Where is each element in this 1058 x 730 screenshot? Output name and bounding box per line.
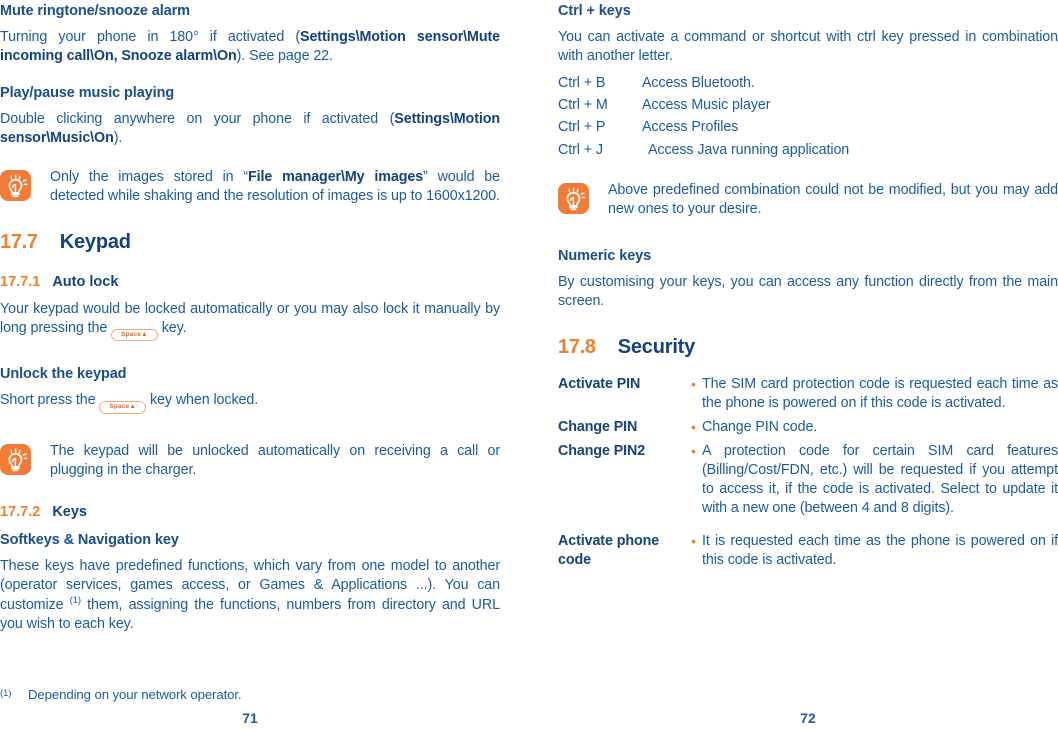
tip-note-keypad-unlock: The keypad will be unlocked automaticall… — [0, 442, 500, 480]
tip-note-images-text: Only the images stored in “File manager\… — [50, 168, 500, 206]
subsection-heading-17-7-2: 17.7.2 Keys — [0, 504, 500, 521]
ctrl-shortcut-list: Ctrl + B Access Bluetooth. Ctrl + M Acce… — [558, 72, 1058, 161]
ctrl-shortcut-key: Ctrl + B — [558, 75, 606, 92]
ctrl-shortcut-key: Ctrl + J — [558, 141, 603, 158]
paragraph-auto-lock: Your keypad would be locked automaticall… — [0, 300, 500, 342]
security-option-label: Activate phone code — [558, 532, 660, 568]
security-option-description: • The SIM card protection code is reques… — [691, 375, 1058, 413]
tip-note-keypad-unlock-text: The keypad will be unlocked automaticall… — [50, 442, 500, 478]
bullet-icon: • — [691, 532, 696, 549]
security-table-row: Change PIN2 • A protection code for cert… — [558, 442, 1058, 518]
softkeys-footnote-ref: (1) — [69, 595, 81, 607]
ctrl-shortcut-desc: Access Java running application — [648, 141, 850, 158]
security-option-description: • A protection code for certain SIM card… — [691, 442, 1058, 518]
autolock-lead: Your keypad would be locked automaticall… — [0, 300, 500, 336]
security-option-description-text: A protection code for certain SIM card f… — [702, 442, 1058, 516]
heading-play-pause-music-playing: Play/pause music playing — [0, 85, 175, 102]
ctrl-shortcut-row: Ctrl + M Access Music player — [558, 94, 1058, 116]
heading-mute-ringtone-snooze-alarm: Mute ringtone/snooze alarm — [0, 3, 190, 19]
tip-note-ctrl-combination-text: Above predefined combination could not b… — [608, 181, 1058, 217]
heading-softkeys-navigation-key: Softkeys & Navigation key — [0, 532, 179, 549]
security-option-description-text: The SIM card protection code is requeste… — [702, 375, 1058, 411]
paragraph-numeric-keys: By customising your keys, you can access… — [558, 273, 1058, 309]
lightbulb-tip-icon — [0, 170, 31, 202]
section-heading-17-7: 17.7 Keypad — [0, 230, 500, 254]
subsection-heading-17-7-1: 17.7.1 Auto lock — [0, 274, 500, 291]
section-title-security: Security — [617, 335, 696, 358]
security-option-label: Activate PIN — [558, 375, 641, 392]
space-key-graphic-2: Space▲ — [99, 401, 147, 414]
security-option-label: Change PIN2 — [558, 442, 646, 459]
lightbulb-tip-icon — [0, 443, 31, 475]
right-page-column: Ctrl + keys You can activate a command o… — [558, 0, 1058, 730]
section-heading-17-8: 17.8 Security — [558, 335, 1058, 359]
heading-ctrl-keys: Ctrl + keys — [558, 3, 631, 19]
subsection-title-keys: Keys — [52, 503, 87, 520]
mute-para-tail: ). See page 22. — [236, 48, 333, 65]
lightbulb-tip-icon — [558, 182, 589, 214]
unlock-lead: Short press the — [0, 392, 96, 409]
security-option-description: • It is requested each time as the phone… — [691, 532, 1058, 570]
paragraph-play-pause: Double clicking anywhere on your phone i… — [0, 110, 500, 148]
section-number-17-7: 17.7 — [0, 231, 38, 254]
footnote-marker: (1) — [0, 688, 12, 699]
security-option-label: Change PIN — [558, 418, 638, 435]
footnote-network-operator: (1) Depending on your network operator. — [0, 687, 242, 702]
page-number-left: 71 — [242, 710, 258, 726]
security-table-row: Activate PIN • The SIM card protection c… — [558, 375, 1058, 413]
ctrl-shortcut-desc: Access Profiles — [642, 119, 739, 136]
ctrl-shortcut-key: Ctrl + P — [558, 119, 606, 136]
ctrl-shortcut-row: Ctrl + J Access Java running application — [558, 139, 1058, 161]
play-para-lead: Double clicking anywhere on your phone i… — [0, 111, 395, 128]
ctrl-shortcut-row: Ctrl + P Access Profiles — [558, 116, 1058, 138]
section-title-keypad: Keypad — [59, 231, 131, 254]
bullet-icon: • — [691, 442, 696, 459]
security-option-description-text: Change PIN code. — [702, 418, 818, 435]
play-para-tail: ). — [113, 130, 123, 147]
autolock-tail: key. — [161, 319, 187, 336]
left-page-column: Mute ringtone/snooze alarm Turning your … — [0, 0, 500, 730]
security-option-description: • Change PIN code. — [691, 418, 1058, 437]
mute-para-lead: Turning your phone in 180° if activated … — [0, 29, 301, 46]
security-option-description-text: It is requested each time as the phone i… — [702, 532, 1058, 568]
paragraph-ctrl-keys: You can activate a command or shortcut w… — [558, 29, 1058, 65]
tip-note-ctrl-combination: Above predefined combination could not b… — [558, 181, 1058, 219]
bullet-icon: • — [691, 375, 696, 392]
security-table-row: Change PIN • Change PIN code. — [558, 418, 1058, 437]
paragraph-mute-ringtone: Turning your phone in 180° if activated … — [0, 28, 500, 66]
bullet-icon: • — [691, 418, 696, 435]
tip1-lead: Only the images stored in “ — [50, 169, 249, 186]
subsection-title-auto-lock: Auto lock — [52, 274, 119, 291]
ctrl-shortcut-desc: Access Music player — [642, 97, 771, 114]
manual-page-spread: Mute ringtone/snooze alarm Turning your … — [0, 0, 1058, 730]
ctrl-shortcut-row: Ctrl + B Access Bluetooth. — [558, 72, 1058, 94]
heading-unlock-the-keypad: Unlock the keypad — [0, 366, 127, 383]
paragraph-softkeys: These keys have predefined functions, wh… — [0, 557, 500, 634]
section-number-17-8: 17.8 — [558, 335, 596, 358]
security-settings-table: Activate PIN • The SIM card protection c… — [558, 375, 1058, 570]
footnote-body: Depending on your network operator. — [28, 687, 242, 702]
page-number-right: 72 — [800, 710, 816, 726]
subsection-number-17-7-2: 17.7.2 — [0, 503, 41, 520]
unlock-tail: key when locked. — [150, 392, 259, 409]
paragraph-unlock-keypad: Short press the Space▲ key when locked. — [0, 391, 500, 414]
subsection-number-17-7-1: 17.7.1 — [0, 274, 41, 291]
tip-note-images: Only the images stored in “File manager\… — [0, 168, 500, 206]
ctrl-shortcut-key: Ctrl + M — [558, 97, 608, 114]
heading-numeric-keys: Numeric keys — [558, 247, 652, 264]
tip1-path: File manager\My images — [248, 169, 424, 186]
ctrl-shortcut-desc: Access Bluetooth. — [642, 75, 755, 92]
space-key-graphic: Space▲ — [111, 328, 158, 342]
security-table-row: Activate phone code • It is requested ea… — [558, 532, 1058, 570]
